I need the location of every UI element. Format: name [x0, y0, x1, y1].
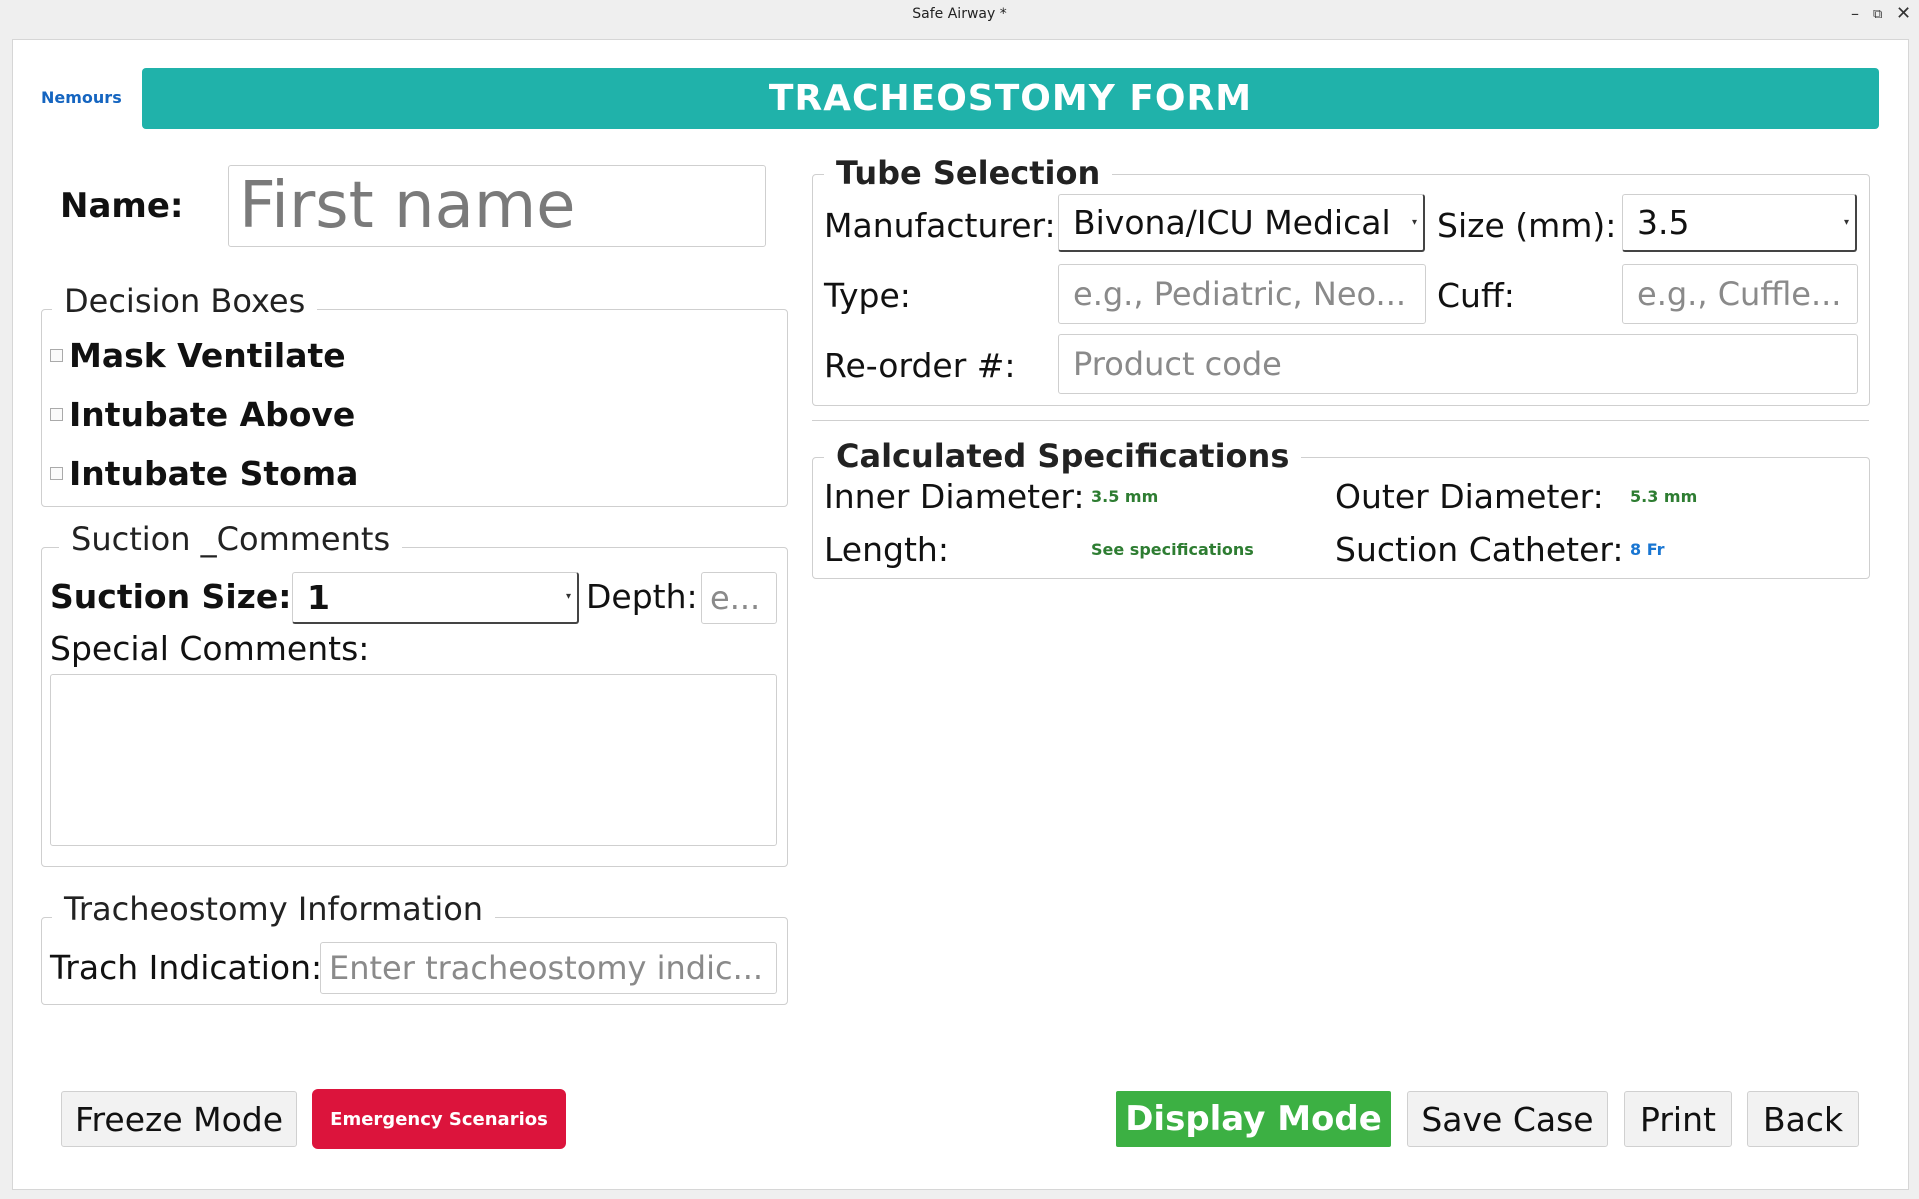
emergency-scenarios-button[interactable]: Emergency Scenarios [312, 1089, 566, 1149]
type-label: Type: [824, 276, 911, 315]
manufacturer-value: Bivona/ICU Medical [1073, 203, 1391, 242]
size-label: Size (mm): [1437, 206, 1617, 245]
tube-selection-legend: Tube Selection [824, 154, 1113, 192]
cuff-input[interactable] [1622, 264, 1858, 324]
cuff-label: Cuff: [1437, 276, 1515, 315]
suction-size-value: 1 [307, 578, 330, 617]
restore-icon[interactable]: ⧉ [1873, 7, 1882, 22]
checkbox-mask-ventilate[interactable]: Mask Ventilate [50, 336, 346, 375]
checkbox-intubate-above[interactable]: Intubate Above [50, 395, 355, 434]
print-button[interactable]: Print [1624, 1091, 1732, 1147]
type-input[interactable] [1058, 264, 1426, 324]
calculated-specs-legend: Calculated Specifications [824, 437, 1302, 475]
depth-input[interactable] [701, 572, 777, 624]
spin-arrows-icon[interactable]: ▾ [566, 591, 571, 602]
size-value: 3.5 [1637, 203, 1690, 242]
special-comments-label: Special Comments: [50, 629, 370, 668]
nemours-logo: Nemours [41, 88, 122, 107]
suction-catheter-label: Suction Catheter: [1335, 530, 1624, 569]
form-title: TRACHEOSTOMY FORM [142, 68, 1879, 129]
save-case-button[interactable]: Save Case [1407, 1091, 1608, 1147]
trach-indication-input[interactable] [320, 942, 777, 994]
tracheostomy-info-legend: Tracheostomy Information [52, 890, 496, 928]
minimize-icon[interactable]: – [1851, 4, 1859, 23]
checkbox-box[interactable] [50, 408, 63, 421]
decision-boxes-legend: Decision Boxes [52, 282, 318, 320]
name-label: Name: [60, 186, 184, 226]
checkbox-label: Intubate Stoma [69, 454, 359, 493]
outer-diameter-label: Outer Diameter: [1335, 477, 1604, 516]
freeze-mode-button[interactable]: Freeze Mode [61, 1091, 297, 1147]
manufacturer-dropdown[interactable]: Bivona/ICU Medical ▾ [1058, 194, 1425, 252]
depth-label: Depth: [586, 577, 698, 616]
reorder-label: Re-order #: [824, 346, 1016, 385]
suction-catheter-value: 8 Fr [1630, 540, 1665, 559]
first-name-input[interactable] [228, 165, 766, 247]
length-value: See specifications [1091, 540, 1254, 559]
checkbox-label: Mask Ventilate [69, 336, 346, 375]
suction-size-spinbox[interactable]: 1 ▾ [292, 572, 579, 624]
size-dropdown[interactable]: 3.5 ▾ [1622, 194, 1857, 252]
outer-diameter-value: 5.3 mm [1630, 487, 1698, 506]
divider [812, 420, 1869, 421]
manufacturer-label: Manufacturer: [824, 206, 1056, 245]
checkbox-intubate-stoma[interactable]: Intubate Stoma [50, 454, 358, 493]
chevron-down-icon: ▾ [1411, 217, 1417, 228]
suction-comments-legend: Suction _Comments [59, 520, 403, 558]
back-button[interactable]: Back [1747, 1091, 1859, 1147]
trach-indication-label: Trach Indication: [50, 948, 323, 987]
inner-diameter-value: 3.5 mm [1091, 487, 1159, 506]
checkbox-box[interactable] [50, 349, 63, 362]
reorder-input[interactable] [1058, 334, 1858, 394]
suction-size-label: Suction Size: [50, 577, 292, 616]
checkbox-label: Intubate Above [69, 395, 356, 434]
inner-diameter-label: Inner Diameter: [824, 477, 1085, 516]
special-comments-textarea[interactable] [50, 674, 777, 846]
length-label: Length: [824, 530, 949, 569]
window-title: Safe Airway * [912, 6, 1007, 22]
chevron-down-icon: ▾ [1843, 217, 1849, 228]
close-icon[interactable]: ✕ [1896, 3, 1911, 24]
display-mode-button[interactable]: Display Mode [1116, 1091, 1391, 1147]
checkbox-box[interactable] [50, 467, 63, 480]
